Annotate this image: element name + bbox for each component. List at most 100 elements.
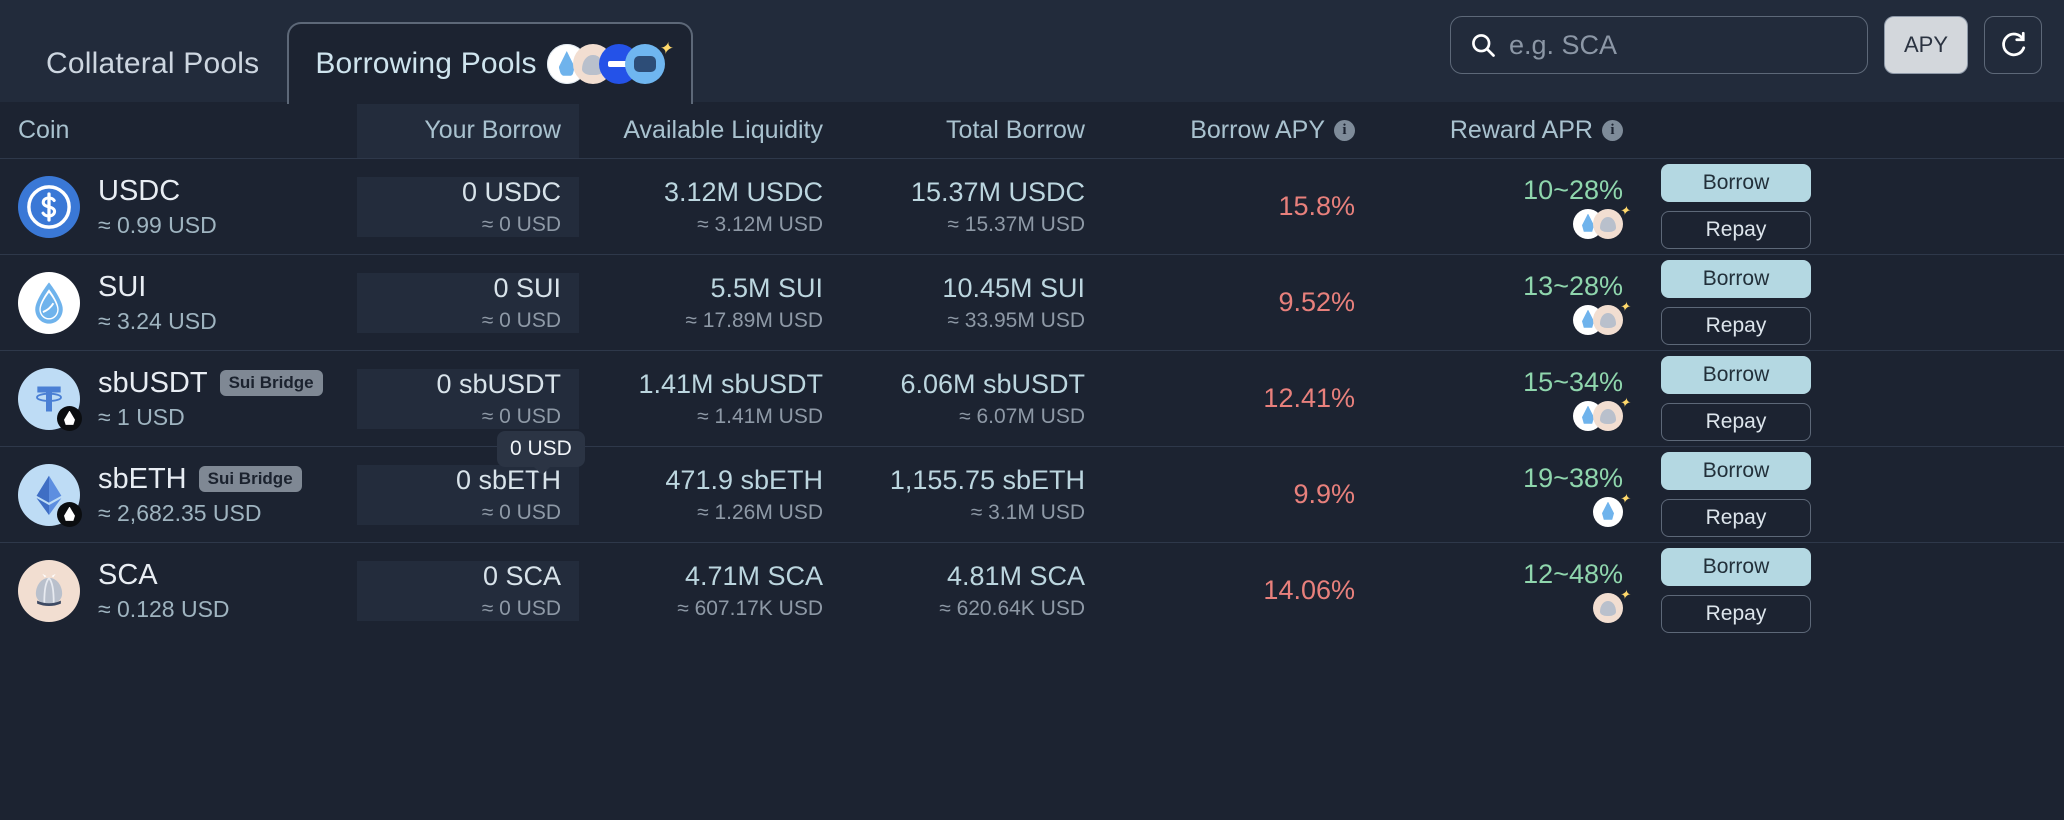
header-borrow-apy: Borrow APY i	[1103, 102, 1373, 158]
your-borrow-cell: 0 sbUSDT ≈ 0 USD	[357, 369, 579, 429]
borrow-apy-value: 9.9%	[1293, 479, 1355, 509]
sui-bridge-badge-icon	[57, 406, 82, 431]
total-borrow-usd: ≈ 3.1M USD	[841, 501, 1085, 525]
table-row[interactable]: SUI ≈ 3.24 USD 0 SUI ≈ 0 USD 5.5M SUI ≈ …	[0, 254, 2064, 350]
search-icon	[1469, 31, 1497, 59]
your-borrow-cell: 0 USD 0 sbETH ≈ 0 USD	[357, 465, 579, 525]
total-borrow-cell: 6.06M sbUSDT ≈ 6.07M USD	[841, 369, 1103, 429]
reward-apr-cell: 10~28% ✦	[1373, 175, 1641, 239]
total-borrow-cell: 10.45M SUI ≈ 33.95M USD	[841, 273, 1103, 333]
header-coin: Coin	[0, 116, 357, 145]
reward-apr-cell: 15~34% ✦	[1373, 367, 1641, 431]
table-header-row: Coin Your Borrow Available Liquidity Tot…	[0, 102, 2064, 158]
borrow-button[interactable]: Borrow	[1661, 260, 1811, 298]
available-liquidity-usd: ≈ 1.41M USD	[579, 405, 823, 429]
coin-cell: SCA ≈ 0.128 USD	[0, 559, 357, 623]
total-borrow-usd: ≈ 15.37M USD	[841, 213, 1085, 237]
reward-apr-value: 12~48%	[1523, 559, 1623, 590]
total-borrow-amount: 1,155.75 sbETH	[890, 465, 1085, 495]
usdc-glyph	[26, 184, 72, 230]
tab-borrowing-pools[interactable]: Borrowing Pools ✦	[287, 22, 692, 104]
reward-apr-value: 13~28%	[1523, 271, 1623, 302]
coin-text: SCA ≈ 0.128 USD	[98, 559, 230, 623]
borrow-apy-value: 14.06%	[1263, 575, 1355, 605]
top-bar: Collateral Pools Borrowing Pools ✦	[0, 0, 2064, 102]
sui-reward-icon: ✦	[1593, 497, 1623, 527]
total-borrow-cell: 1,155.75 sbETH ≈ 3.1M USD	[841, 465, 1103, 525]
coin-symbol: SUI	[98, 271, 146, 304]
row-actions: Borrow Repay	[1641, 260, 2064, 345]
coin-text: sbUSDT Sui Bridge ≈ 1 USD	[98, 367, 323, 431]
sui-logo	[18, 272, 80, 334]
available-liquidity-cell: 5.5M SUI ≈ 17.89M USD	[579, 273, 841, 333]
borrow-apy-cell: 9.9%	[1103, 479, 1373, 510]
available-liquidity-cell: 471.9 sbETH ≈ 1.26M USD	[579, 465, 841, 525]
table-row[interactable]: sbETH Sui Bridge ≈ 2,682.35 USD 0 USD 0 …	[0, 446, 2064, 542]
borrow-button[interactable]: Borrow	[1661, 164, 1811, 202]
tab-collateral-pools[interactable]: Collateral Pools	[18, 22, 287, 104]
total-borrow-cell: 15.37M USDC ≈ 15.37M USD	[841, 177, 1103, 237]
top-right-controls: APY	[1450, 16, 2064, 102]
your-borrow-amount: 0 SCA	[483, 561, 561, 591]
usdt-logo	[18, 368, 80, 430]
apy-toggle-button[interactable]: APY	[1884, 16, 1968, 74]
coin-text: USDC ≈ 0.99 USD	[98, 175, 217, 239]
coin-price: ≈ 2,682.35 USD	[98, 500, 302, 527]
available-liquidity-cell: 1.41M sbUSDT ≈ 1.41M USD	[579, 369, 841, 429]
search-input[interactable]	[1509, 30, 1849, 61]
coin-symbol: sbETH	[98, 463, 187, 496]
your-borrow-usd: ≈ 0 USD	[357, 597, 561, 621]
table-row[interactable]: SCA ≈ 0.128 USD 0 SCA ≈ 0 USD 4.71M SCA …	[0, 542, 2064, 638]
header-available-liquidity: Available Liquidity	[579, 102, 841, 158]
available-liquidity-usd: ≈ 3.12M USD	[579, 213, 823, 237]
borrow-apy-info-icon[interactable]: i	[1334, 120, 1355, 141]
borrow-apy-value: 15.8%	[1278, 191, 1355, 221]
sca-reward-icon: ✦	[1593, 593, 1623, 623]
eth-logo	[18, 464, 80, 526]
repay-button[interactable]: Repay	[1661, 403, 1811, 441]
repay-button[interactable]: Repay	[1661, 595, 1811, 633]
coin-text: SUI ≈ 3.24 USD	[98, 271, 217, 335]
available-liquidity-amount: 5.5M SUI	[710, 273, 823, 303]
your-borrow-cell: 0 SUI ≈ 0 USD	[357, 273, 579, 333]
header-borrow-apy-label: Borrow APY	[1190, 116, 1325, 145]
tab-label: Collateral Pools	[46, 47, 259, 81]
borrow-button[interactable]: Borrow	[1661, 452, 1811, 490]
total-borrow-amount: 4.81M SCA	[947, 561, 1085, 591]
table-row[interactable]: USDC ≈ 0.99 USD 0 USDC ≈ 0 USD 3.12M USD…	[0, 158, 2064, 254]
borrow-apy-value: 9.52%	[1278, 287, 1355, 317]
borrow-apy-cell: 12.41%	[1103, 383, 1373, 414]
total-borrow-cell: 4.81M SCA ≈ 620.64K USD	[841, 561, 1103, 621]
table-row[interactable]: sbUSDT Sui Bridge ≈ 1 USD 0 sbUSDT ≈ 0 U…	[0, 350, 2064, 446]
row-actions: Borrow Repay	[1641, 164, 2064, 249]
borrow-button[interactable]: Borrow	[1661, 548, 1811, 586]
robot-token-icon: ✦	[625, 44, 665, 84]
reward-apr-info-icon[interactable]: i	[1602, 120, 1623, 141]
coin-cell: SUI ≈ 3.24 USD	[0, 271, 357, 335]
total-borrow-amount: 10.45M SUI	[942, 273, 1085, 303]
coin-price: ≈ 3.24 USD	[98, 308, 217, 335]
refresh-button[interactable]	[1984, 16, 2042, 74]
repay-button[interactable]: Repay	[1661, 499, 1811, 537]
sca-glyph	[28, 570, 70, 612]
borrow-apy-cell: 14.06%	[1103, 575, 1373, 606]
available-liquidity-cell: 3.12M USDC ≈ 3.12M USD	[579, 177, 841, 237]
repay-button[interactable]: Repay	[1661, 307, 1811, 345]
total-borrow-usd: ≈ 33.95M USD	[841, 309, 1085, 333]
borrowing-pools-page: Collateral Pools Borrowing Pools ✦	[0, 0, 2064, 820]
repay-button[interactable]: Repay	[1661, 211, 1811, 249]
tab-label: Borrowing Pools	[315, 47, 536, 81]
available-liquidity-amount: 4.71M SCA	[685, 561, 823, 591]
total-borrow-usd: ≈ 6.07M USD	[841, 405, 1085, 429]
your-borrow-usd: ≈ 0 USD	[357, 405, 561, 429]
available-liquidity-usd: ≈ 17.89M USD	[579, 309, 823, 333]
coin-cell: sbUSDT Sui Bridge ≈ 1 USD	[0, 367, 357, 431]
borrow-button[interactable]: Borrow	[1661, 356, 1811, 394]
header-reward-apr: Reward APR i	[1373, 102, 1641, 158]
your-borrow-cell: 0 USDC ≈ 0 USD	[357, 177, 579, 237]
sui-bridge-badge-icon	[57, 502, 82, 527]
your-borrow-usd: ≈ 0 USD	[357, 501, 561, 525]
bridge-badge: Sui Bridge	[199, 466, 302, 492]
reward-apr-cell: 12~48% ✦	[1373, 559, 1641, 623]
search-box[interactable]	[1450, 16, 1868, 74]
